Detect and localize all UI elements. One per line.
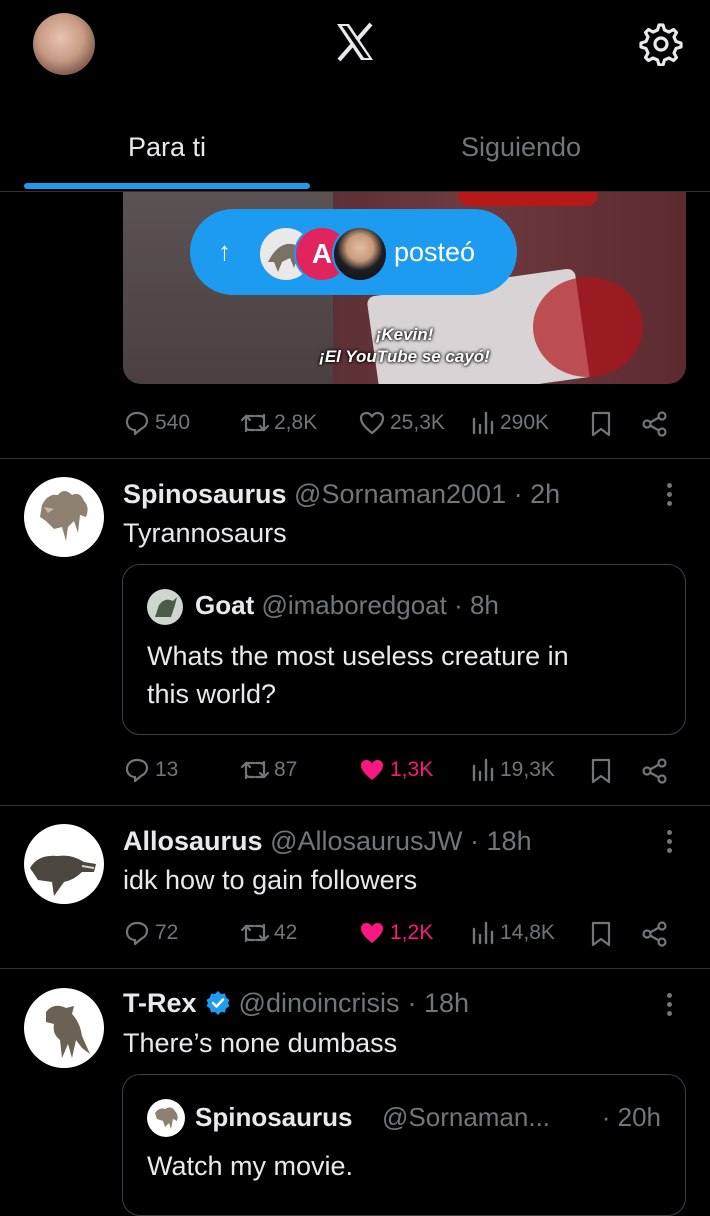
views-icon [472, 758, 494, 782]
like-count: 1,3K [390, 758, 434, 781]
trex-avatar[interactable] [24, 988, 104, 1068]
repost-count: 2,8K [274, 411, 318, 434]
post-text: There’s none dumbass [123, 1028, 398, 1058]
quote-text-line-2: this world? [147, 679, 277, 709]
pill-label: posteó [394, 237, 476, 267]
quoted-post[interactable]: Spinosaurus @Sornaman... · 20h Watch my … [122, 1074, 686, 1216]
allosaurus-avatar[interactable] [24, 824, 104, 904]
author-handle[interactable]: @dinoincrisis [239, 987, 400, 1019]
views-count: 19,3K [500, 758, 555, 781]
post-header: Spinosaurus @Sornaman2001 · 2h [123, 478, 560, 510]
post-divider [0, 458, 710, 459]
views-icon [472, 411, 494, 435]
repost-button[interactable]: 87 [240, 756, 297, 784]
reply-count: 540 [155, 411, 191, 434]
caption-line-1: ¡Kevin! [375, 325, 434, 344]
heart-filled-icon [361, 760, 383, 780]
repost-button[interactable]: 2,8K [240, 409, 317, 437]
caption-line-2: ¡El YouTube se cayó! [319, 347, 490, 366]
quoted-post[interactable]: Goat @imaboredgoat · 8h Whats the most u… [122, 564, 686, 735]
author-name[interactable]: Allosaurus [123, 826, 263, 856]
video-caption: ¡Kevin! ¡El YouTube se cayó! [123, 324, 686, 368]
post-divider [0, 968, 710, 969]
like-count: 1,2K [390, 921, 434, 944]
reply-button[interactable]: 13 [123, 756, 178, 784]
author-handle[interactable]: @AllosaurusJW [270, 826, 462, 856]
quote-header: Goat @imaboredgoat · 8h [195, 589, 499, 621]
post-time[interactable]: · 18h [408, 987, 470, 1019]
share-icon[interactable] [641, 410, 669, 443]
tab-siguiendo[interactable]: Siguiendo [354, 120, 688, 190]
views-count: 14,8K [500, 921, 555, 944]
more-options-icon[interactable] [667, 830, 673, 857]
quote-author-handle: @imaboredgoat [261, 590, 447, 620]
goat-avatar [147, 589, 183, 625]
reply-count: 13 [155, 758, 179, 781]
heart-icon [359, 411, 385, 435]
reply-button[interactable]: 540 [123, 409, 190, 437]
quote-time: · 8h [454, 590, 499, 620]
repost-count: 87 [274, 758, 298, 781]
post-time[interactable]: · 2h [514, 479, 561, 509]
new-posts-pill[interactable]: ↑ A posteó [190, 209, 517, 295]
share-icon[interactable] [641, 920, 669, 953]
quote-text: Whats the most useless creature in this … [147, 637, 569, 713]
repost-icon [240, 923, 270, 943]
author-handle[interactable]: @Sornaman2001 [294, 479, 506, 509]
reply-count: 72 [155, 921, 179, 944]
x-logo-icon[interactable] [333, 20, 377, 64]
share-icon[interactable] [641, 757, 669, 790]
views-button[interactable]: 290K [470, 409, 549, 437]
bookmark-icon[interactable] [589, 410, 613, 443]
gear-icon[interactable] [639, 22, 683, 67]
more-options-icon[interactable] [667, 993, 673, 1020]
spinosaurus-avatar[interactable] [24, 477, 104, 557]
like-button[interactable]: 1,2K [358, 919, 433, 947]
repost-icon [240, 413, 270, 433]
like-count: 25,3K [390, 411, 445, 434]
views-icon [472, 921, 494, 945]
author-name[interactable]: Spinosaurus [123, 479, 287, 509]
like-button[interactable]: 25,3K [358, 409, 445, 437]
pill-avatar-person [332, 226, 388, 282]
tab-label: Para ti [127, 132, 207, 162]
post-time[interactable]: · 18h [470, 826, 532, 856]
verified-badge-icon [206, 991, 230, 1015]
quote-text: Watch my movie. [147, 1151, 354, 1181]
reply-icon [125, 411, 149, 436]
reply-icon [125, 921, 149, 946]
like-button[interactable]: 1,3K [358, 756, 433, 784]
quote-time: · 20h [601, 1102, 661, 1132]
tab-para-ti[interactable]: Para ti [0, 120, 334, 190]
bookmark-icon[interactable] [589, 757, 613, 790]
post-header: T-Rex @dinoincrisis · 18h [123, 987, 469, 1019]
post-text: Tyrannosaurs [123, 518, 287, 548]
quote-author-handle: @Sornaman... [382, 1102, 551, 1132]
quote-author-name: Goat [195, 590, 255, 620]
spinosaurus-quote-avatar [147, 1099, 185, 1137]
profile-avatar[interactable] [33, 13, 95, 75]
author-name[interactable]: T-Rex [123, 987, 197, 1019]
reply-button[interactable]: 72 [123, 919, 178, 947]
heart-filled-icon [361, 923, 383, 943]
quote-text-line-1: Whats the most useless creature in [147, 641, 569, 671]
quote-author-name: Spinosaurus [195, 1102, 353, 1132]
reply-icon [125, 758, 149, 783]
more-options-icon[interactable] [667, 483, 673, 510]
arrow-up-icon: ↑ [218, 236, 231, 266]
tab-label: Siguiendo [460, 132, 582, 162]
repost-count: 42 [274, 921, 298, 944]
bookmark-icon[interactable] [589, 920, 613, 953]
tab-active-indicator [24, 183, 310, 189]
views-count: 290K [500, 411, 550, 434]
post-text: idk how to gain followers [123, 865, 418, 895]
post-divider [0, 805, 710, 806]
repost-button[interactable]: 42 [240, 919, 297, 947]
views-button[interactable]: 14,8K [470, 919, 555, 947]
views-button[interactable]: 19,3K [470, 756, 555, 784]
post-header: Allosaurus @AllosaurusJW · 18h [123, 825, 532, 857]
repost-icon [240, 760, 270, 780]
